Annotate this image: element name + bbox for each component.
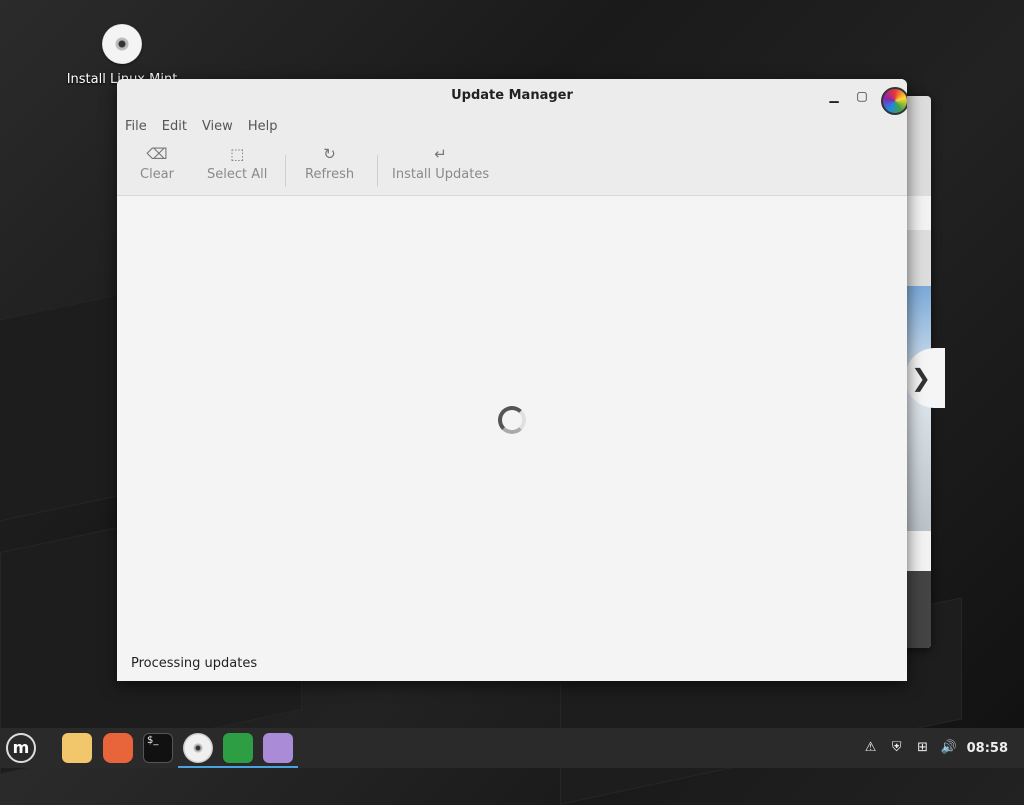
- backspace-icon: ⌫: [146, 145, 168, 163]
- shield-tray-icon[interactable]: ⛨: [889, 740, 905, 756]
- volume-icon[interactable]: 🔊: [941, 740, 957, 756]
- taskbar: m $_ ⚠ ⛨ ⊞ 🔊 08:58: [0, 728, 1024, 768]
- update-list-area: Processing updates: [117, 196, 907, 681]
- select-all-label: Select All: [207, 167, 268, 182]
- transfer-icon[interactable]: [263, 733, 293, 763]
- refresh-icon: ↻: [323, 145, 336, 163]
- select-all-button[interactable]: ⬚ Select All: [207, 145, 267, 182]
- toolbar-separator: [377, 155, 378, 187]
- disc-icon: [102, 24, 142, 64]
- toolbar: ⌫ Clear ⬚ Select All ↻ Refresh ↵ Install…: [117, 139, 907, 196]
- refresh-button[interactable]: ↻ Refresh: [305, 145, 354, 182]
- color-wheel-icon[interactable]: [881, 87, 907, 115]
- clear-label: Clear: [140, 167, 174, 182]
- install-updates-label: Install Updates: [392, 167, 490, 182]
- firefox-icon[interactable]: [103, 733, 133, 763]
- system-tray: ⚠ ⛨ ⊞ 🔊 08:58: [863, 728, 1008, 768]
- return-icon: ↵: [434, 145, 447, 163]
- window-title: Update Manager: [451, 88, 573, 103]
- menu-file[interactable]: File: [125, 119, 147, 134]
- toolbar-separator: [285, 155, 286, 187]
- clear-button[interactable]: ⌫ Clear: [140, 145, 174, 182]
- update-manager-window: Update Manager ▁ ▢ File Edit View Help ⌫…: [117, 79, 907, 681]
- status-text: Processing updates: [131, 656, 258, 671]
- desktop-icon-install-linux-mint[interactable]: Install Linux Mint: [60, 24, 184, 87]
- mint-menu-icon[interactable]: m: [6, 733, 36, 763]
- menu-edit[interactable]: Edit: [162, 119, 187, 134]
- titlebar: Update Manager ▁ ▢: [117, 79, 907, 115]
- menubar: File Edit View Help: [117, 113, 907, 139]
- files-icon[interactable]: [62, 733, 92, 763]
- update-notification-icon[interactable]: ⚠: [863, 740, 879, 756]
- refresh-label: Refresh: [305, 167, 355, 182]
- terminal-icon[interactable]: $_: [143, 733, 173, 763]
- disc-icon[interactable]: [183, 733, 213, 763]
- menu-view[interactable]: View: [202, 119, 233, 134]
- loading-spinner-icon: [498, 406, 526, 434]
- network-icon[interactable]: ⊞: [915, 740, 931, 756]
- menu-help[interactable]: Help: [248, 119, 278, 134]
- shield-icon[interactable]: [223, 733, 253, 763]
- clock[interactable]: 08:58: [967, 741, 1008, 756]
- maximize-button[interactable]: ▢: [853, 87, 871, 105]
- minimize-button[interactable]: ▁: [825, 87, 843, 105]
- select-all-icon: ⬚: [230, 145, 245, 163]
- install-updates-button[interactable]: ↵ Install Updates: [392, 145, 489, 182]
